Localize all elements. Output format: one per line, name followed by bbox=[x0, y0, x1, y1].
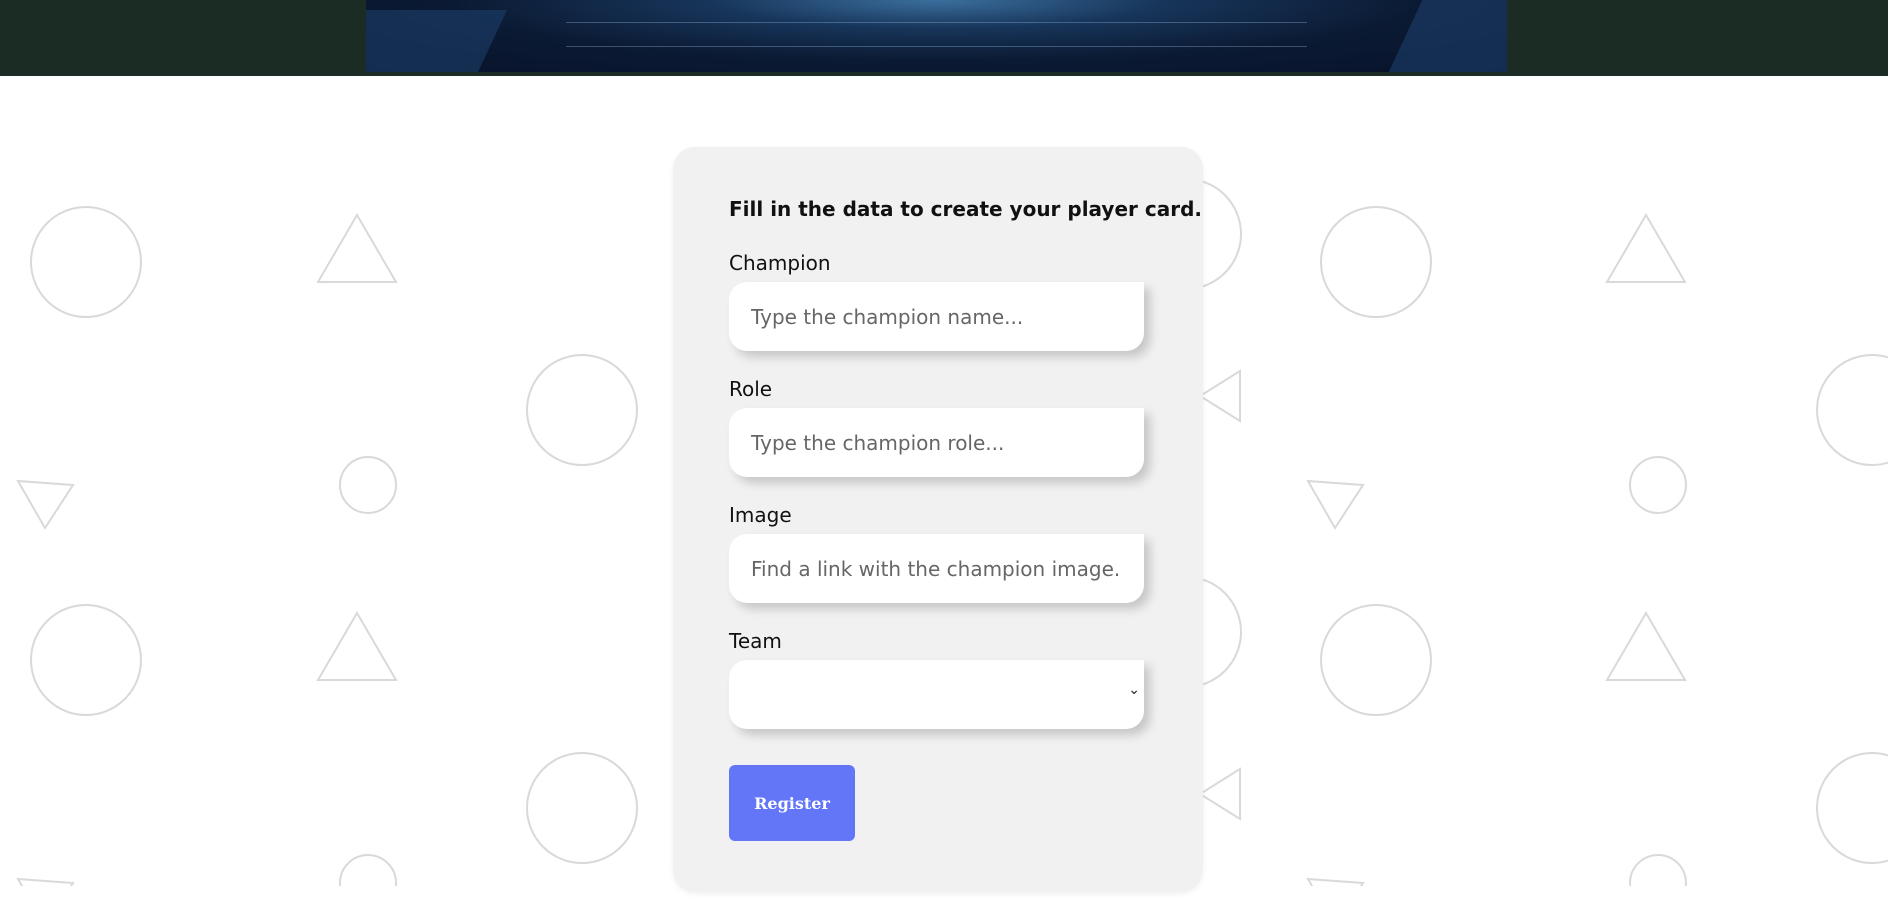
champion-label: Champion bbox=[729, 251, 831, 275]
circle-shape bbox=[1816, 752, 1888, 864]
banner-line bbox=[566, 22, 1307, 23]
triangle-shape bbox=[16, 877, 75, 886]
banner-rock-right bbox=[1385, 0, 1507, 72]
triangle-shape bbox=[16, 479, 75, 530]
form-title: Fill in the data to create your player c… bbox=[729, 197, 1202, 221]
triangle-shape bbox=[316, 611, 398, 681]
role-label: Role bbox=[729, 377, 773, 401]
banner-line bbox=[566, 46, 1307, 47]
register-button[interactable]: Register bbox=[729, 765, 855, 841]
triangle-shape bbox=[1198, 369, 1241, 423]
circle-shape bbox=[30, 604, 142, 716]
team-label: Team bbox=[729, 629, 782, 653]
team-select[interactable]: ⌄ bbox=[729, 660, 1144, 729]
chevron-down-icon: ⌄ bbox=[1128, 682, 1140, 698]
top-bar bbox=[0, 0, 1888, 76]
circle-shape bbox=[30, 206, 142, 318]
circle-shape bbox=[1320, 604, 1432, 716]
player-card-form: Fill in the data to create your player c… bbox=[673, 147, 1203, 892]
champion-input[interactable] bbox=[729, 282, 1144, 351]
triangle-shape bbox=[1306, 877, 1365, 886]
triangle-shape bbox=[1306, 479, 1365, 530]
circle-shape bbox=[1629, 456, 1687, 514]
triangle-shape bbox=[1605, 213, 1687, 283]
image-label: Image bbox=[729, 503, 792, 527]
circle-shape bbox=[526, 752, 638, 864]
circle-shape bbox=[1629, 854, 1687, 886]
circle-shape bbox=[526, 354, 638, 466]
triangle-shape bbox=[1198, 767, 1241, 821]
triangle-shape bbox=[316, 213, 398, 283]
role-input[interactable] bbox=[729, 408, 1144, 477]
header-banner-image bbox=[366, 0, 1507, 72]
image-input[interactable] bbox=[729, 534, 1144, 603]
circle-shape bbox=[339, 456, 397, 514]
triangle-shape bbox=[1605, 611, 1687, 681]
banner-rock-left bbox=[366, 10, 507, 72]
circle-shape bbox=[1320, 206, 1432, 318]
circle-shape bbox=[1816, 354, 1888, 466]
circle-shape bbox=[339, 854, 397, 886]
